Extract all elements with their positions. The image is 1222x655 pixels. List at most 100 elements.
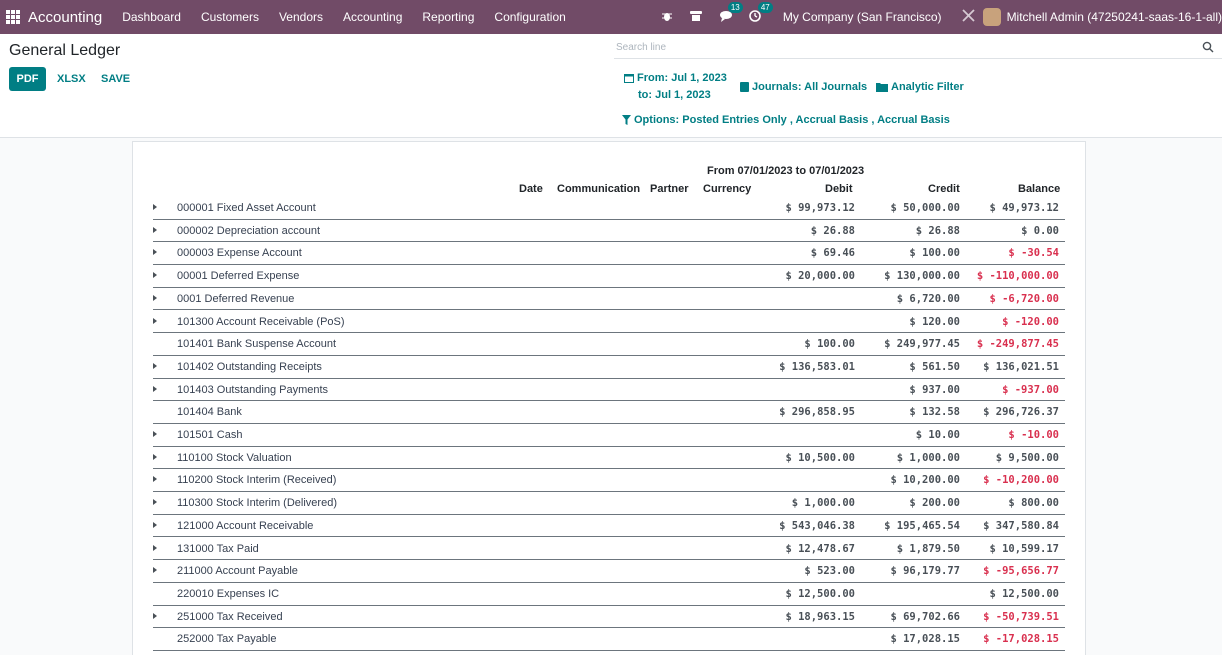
credit-cell: $ 50,000.00 — [890, 202, 960, 214]
top-navbar: Accounting Dashboard Customers Vendors A… — [0, 0, 1222, 34]
account-name[interactable]: 101501 Cash — [177, 429, 242, 441]
pdf-button[interactable]: PDF — [9, 67, 46, 91]
table-row[interactable]: 000003 Expense Account $ 69.46 $ 100.00 $ -… — [153, 242, 1065, 266]
account-name[interactable]: 101403 Outstanding Payments — [177, 384, 328, 396]
balance-cell: $ -120.00 — [1002, 315, 1059, 328]
col-currency: Currency — [703, 183, 752, 195]
tools-icon[interactable] — [961, 9, 975, 25]
search-placeholder: Search line — [616, 42, 667, 53]
table-row[interactable]: 101401 Bank Suspense Account $ 100.00 $ 24… — [153, 333, 1065, 356]
table-row[interactable]: 0001 Deferred Revenue $ 6,720.00 $ -6,720.… — [153, 288, 1065, 311]
table-row[interactable]: 000002 Depreciation account $ 26.88 $ 26.8… — [153, 220, 1065, 243]
caret-right-icon[interactable] — [153, 249, 157, 256]
journals-filter[interactable]: Journals: All Journals — [740, 81, 867, 93]
caret-right-icon[interactable] — [153, 204, 157, 210]
account-name[interactable]: 110200 Stock Interim (Received) — [177, 474, 336, 486]
account-name[interactable]: 110100 Stock Valuation — [177, 452, 292, 464]
table-row[interactable]: 101300 Account Receivable (PoS) $ 120.00 $… — [153, 311, 1065, 334]
table-row[interactable]: 110300 Stock Interim (Delivered) $ 1,000.… — [153, 492, 1065, 515]
account-name[interactable]: 101402 Outstanding Receipts — [177, 361, 322, 373]
analytic-label: Analytic Filter — [891, 81, 964, 93]
options-label: Options: Posted Entries Only , Accrual B… — [634, 114, 950, 126]
table-row[interactable]: 000001 Fixed Asset Account $ 99,973.12 $ 5… — [153, 197, 1065, 220]
caret-right-icon[interactable] — [153, 544, 157, 551]
balance-cell: $ -937.00 — [1002, 383, 1059, 396]
phone-icon[interactable] — [689, 10, 703, 25]
user-menu[interactable]: Mitchell Admin (47250241-saas-16-1-all) — [1007, 10, 1222, 24]
account-name[interactable]: 00001 Deferred Expense — [177, 270, 299, 282]
caret-right-icon[interactable] — [153, 453, 157, 460]
account-name[interactable]: 000001 Fixed Asset Account — [177, 202, 316, 214]
activities-icon[interactable]: 47 — [749, 1, 773, 25]
account-name[interactable]: 110300 Stock Interim (Delivered) — [177, 497, 337, 509]
balance-cell: $ 800.00 — [1008, 497, 1059, 510]
caret-right-icon[interactable] — [153, 317, 157, 324]
caret-right-icon[interactable] — [153, 567, 157, 574]
table-row[interactable]: 110100 Stock Valuation $ 10,500.00 $ 1,000… — [153, 447, 1065, 470]
messages-icon[interactable]: 13 — [719, 1, 743, 25]
save-button[interactable]: SAVE — [101, 67, 130, 91]
account-name[interactable]: 251000 Tax Received — [177, 611, 283, 623]
caret-right-icon[interactable] — [153, 612, 157, 619]
table-row[interactable]: 101403 Outstanding Payments $ 937.00 $ -93… — [153, 379, 1065, 402]
account-name[interactable]: 101404 Bank — [177, 406, 242, 418]
caret-right-icon[interactable] — [153, 499, 157, 506]
menu-dashboard[interactable]: Dashboard — [112, 10, 191, 24]
analytic-filter[interactable]: Analytic Filter — [876, 81, 964, 93]
account-name[interactable]: 131000 Tax Paid — [177, 543, 259, 555]
debit-cell: $ 26.88 — [810, 224, 855, 237]
table-row[interactable]: 121000 Account Receivable $ 543,046.38 $ 1… — [153, 515, 1065, 538]
account-name[interactable]: 000003 Expense Account — [177, 247, 302, 259]
table-row[interactable]: 251000 Tax Received $ 18,963.15 $ 69,702.6… — [153, 606, 1065, 629]
account-name[interactable]: 211000 Account Payable — [177, 565, 298, 577]
xlsx-button[interactable]: XLSX — [57, 67, 86, 91]
balance-cell: $ 0.00 — [1021, 224, 1059, 237]
debit-cell: $ 20,000.00 — [785, 270, 855, 283]
table-row[interactable]: 220010 Expenses IC $ 12,500.00 $ 12,500.00 — [153, 583, 1065, 606]
credit-cell: $ 249,977.45 — [884, 338, 960, 351]
date-to[interactable]: to: Jul 1, 2023 — [638, 89, 711, 101]
credit-cell: $ 132.58 — [909, 406, 960, 419]
search-icon[interactable] — [1202, 41, 1214, 53]
caret-right-icon[interactable] — [153, 272, 157, 279]
app-brand[interactable]: Accounting — [28, 9, 102, 26]
account-name[interactable]: 121000 Account Receivable — [177, 520, 313, 532]
debit-cell: $ 12,500.00 — [785, 587, 855, 600]
apps-menu-icon[interactable] — [6, 10, 20, 24]
search-input[interactable]: Search line — [614, 40, 1222, 59]
caret-right-icon[interactable] — [153, 226, 157, 233]
account-name[interactable]: 101401 Bank Suspense Account — [177, 338, 336, 350]
account-name[interactable]: 220010 Expenses IC — [177, 588, 279, 600]
caret-right-icon[interactable] — [153, 431, 157, 437]
caret-right-icon[interactable] — [153, 385, 157, 392]
account-name[interactable]: 101300 Account Receivable (PoS) — [177, 316, 345, 328]
date-filter[interactable]: From: Jul 1, 2023 — [624, 72, 727, 84]
menu-accounting[interactable]: Accounting — [333, 10, 412, 24]
table-row[interactable]: 101404 Bank $ 296,858.95 $ 132.58 $ 296,726… — [153, 401, 1065, 424]
menu-customers[interactable]: Customers — [191, 10, 269, 24]
debit-cell: $ 69.46 — [810, 247, 855, 260]
balance-cell: $ 9,500.00 — [995, 451, 1059, 464]
bug-icon[interactable] — [661, 10, 673, 25]
account-name[interactable]: 252000 Tax Payable — [177, 633, 277, 645]
table-row[interactable]: 101402 Outstanding Receipts $ 136,583.01 $… — [153, 356, 1065, 379]
caret-right-icon[interactable] — [153, 362, 157, 369]
table-row[interactable]: 252000 Tax Payable $ 17,028.15 $ -17,028.1… — [153, 628, 1065, 651]
caret-right-icon[interactable] — [153, 476, 157, 483]
table-row[interactable]: 101501 Cash $ 10.00 $ -10.00 — [153, 424, 1065, 447]
caret-right-icon[interactable] — [153, 294, 157, 301]
table-row[interactable]: 00001 Deferred Expense $ 20,000.00 $ 130,0… — [153, 265, 1065, 288]
table-row[interactable]: 211000 Account Payable $ 523.00 $ 96,179.7… — [153, 560, 1065, 583]
col-balance: Balance — [1018, 183, 1061, 195]
caret-right-icon[interactable] — [153, 521, 157, 528]
options-filter[interactable]: Options: Posted Entries Only , Accrual B… — [622, 114, 950, 126]
menu-reporting[interactable]: Reporting — [412, 10, 484, 24]
menu-configuration[interactable]: Configuration — [484, 10, 575, 24]
user-avatar[interactable] — [982, 8, 1001, 26]
account-name[interactable]: 0001 Deferred Revenue — [177, 293, 294, 305]
account-name[interactable]: 000002 Depreciation account — [177, 225, 320, 237]
menu-vendors[interactable]: Vendors — [269, 10, 333, 24]
table-row[interactable]: 131000 Tax Paid $ 12,478.67 $ 1,879.50 $ 10… — [153, 538, 1065, 561]
table-row[interactable]: 110200 Stock Interim (Received) $ 10,200.… — [153, 469, 1065, 493]
company-switcher[interactable]: My Company (San Francisco) — [783, 10, 942, 24]
